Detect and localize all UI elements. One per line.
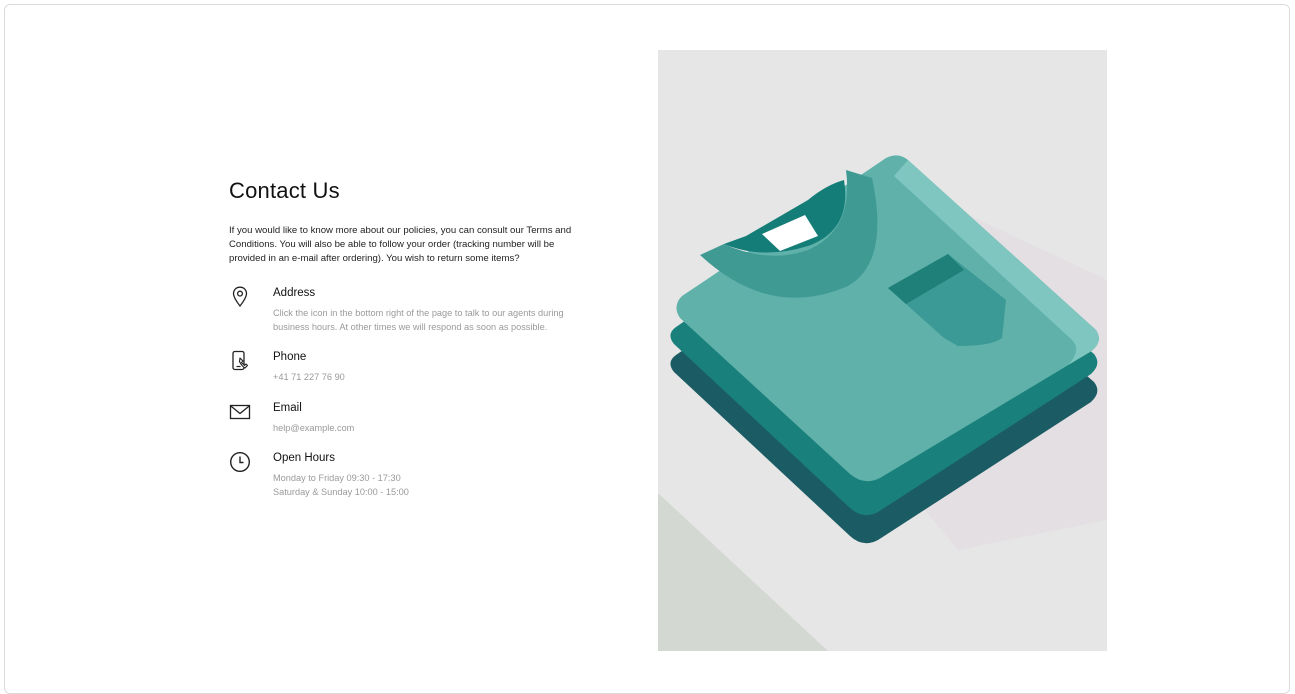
email-label: Email: [273, 401, 302, 414]
clock-icon: [229, 451, 251, 473]
phone-item: Phone +41 71 227 76 90: [229, 350, 599, 385]
folded-shirts-illustration: [658, 50, 1107, 651]
open-hours-item: Open Hours Monday to Friday 09:30 - 17:3…: [229, 451, 599, 499]
email-address: help@example.com: [273, 422, 355, 433]
address-text: Click the icon in the bottom right of th…: [273, 308, 564, 332]
contact-section: Contact Us If you would like to know mor…: [229, 178, 599, 515]
weekday-hours: Monday to Friday 09:30 - 17:30: [273, 473, 401, 483]
address-label: Address: [273, 287, 316, 299]
phone-number: +41 71 227 76 90: [273, 372, 345, 382]
page-title: Contact Us: [229, 178, 340, 203]
phone-icon: [229, 350, 251, 372]
open-hours-label: Open Hours: [273, 452, 336, 464]
contact-intro: If you would like to know more about our…: [229, 225, 572, 264]
email-icon: [229, 401, 251, 423]
address-item: Address Click the icon in the bottom rig…: [229, 286, 599, 334]
email-item: Email help@example.com: [229, 401, 599, 436]
map-pin-icon: [229, 286, 251, 308]
weekend-hours: Saturday & Sunday 10:00 - 15:00: [273, 486, 409, 497]
phone-label: Phone: [273, 351, 307, 363]
